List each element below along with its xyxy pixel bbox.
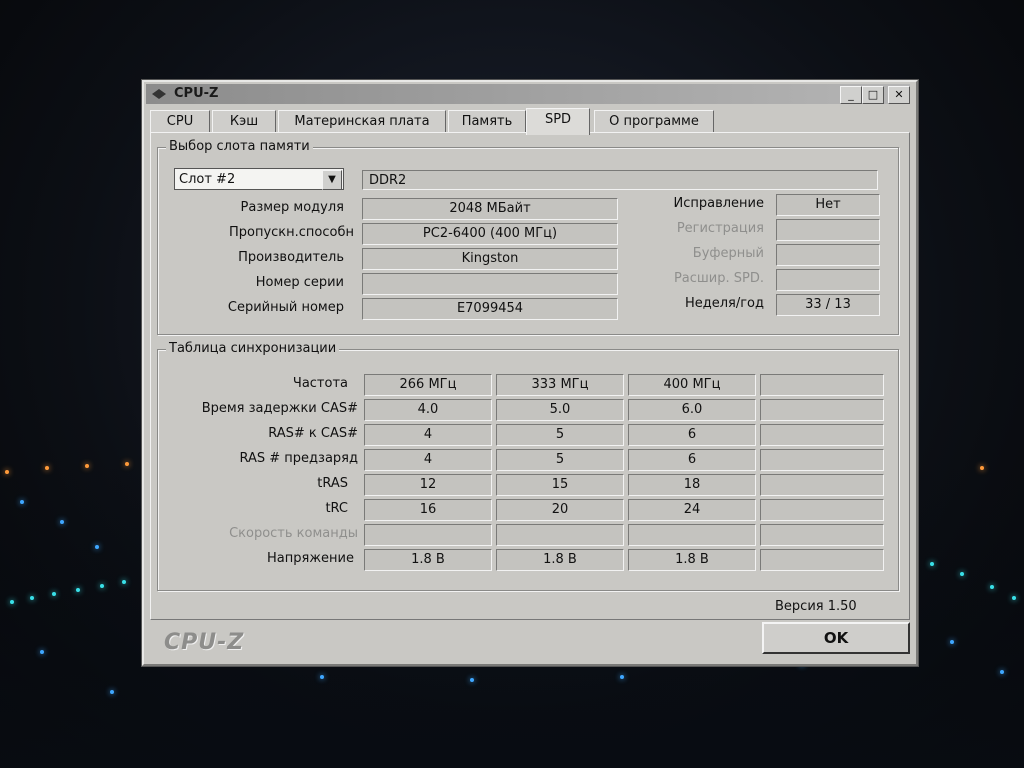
maximize-button[interactable]: □ — [862, 86, 884, 104]
timing-cell — [760, 499, 884, 521]
timing-cell: 400 МГц — [628, 374, 756, 396]
spd-ext-value — [776, 269, 880, 291]
timing-row-label: Время задержки CAS# — [201, 401, 358, 416]
timing-cell — [760, 474, 884, 496]
chevron-down-icon[interactable]: ▼ — [322, 170, 342, 190]
tab-cpu[interactable]: CPU — [150, 110, 210, 133]
timing-cell: 266 МГц — [364, 374, 492, 396]
timing-cell: 1.8 В — [628, 549, 756, 571]
registered-value — [776, 219, 880, 241]
cpuz-logo: CPU-Z — [164, 630, 245, 655]
timing-cell — [496, 524, 624, 546]
timing-cell — [628, 524, 756, 546]
timings-group: Таблица синхронизации Частота 266 МГц 33… — [157, 341, 899, 591]
timing-cell: 1.8 В — [364, 549, 492, 571]
timing-cell: 6 — [628, 424, 756, 446]
tab-mainboard[interactable]: Материнская плата — [278, 110, 446, 133]
timing-cell — [760, 549, 884, 571]
timing-cell: 1.8 В — [496, 549, 624, 571]
timing-cell — [364, 524, 492, 546]
spd-ext-label: Расшир. SPD. — [673, 271, 764, 286]
cpuz-window: CPU-Z _ □ ✕ CPU Кэш Материнская плата Па… — [142, 80, 918, 666]
version-label: Версия 1.50 — [775, 599, 857, 614]
timing-row-label: Скорость команды — [229, 526, 358, 541]
timing-cell: 4.0 — [364, 399, 492, 421]
timing-cell: 15 — [496, 474, 624, 496]
bandwidth-value: PC2-6400 (400 МГц) — [362, 223, 618, 245]
tab-cache[interactable]: Кэш — [212, 110, 276, 133]
module-size-value: 2048 МБайт — [362, 198, 618, 220]
manufacturer-value: Kingston — [362, 248, 618, 270]
timing-cell: 5 — [496, 424, 624, 446]
timing-cell — [760, 374, 884, 396]
correction-value: Нет — [776, 194, 880, 216]
week-year-label: Неделя/год — [684, 296, 764, 311]
timing-cell: 18 — [628, 474, 756, 496]
timings-legend: Таблица синхронизации — [166, 341, 340, 356]
timing-cell: 6.0 — [628, 399, 756, 421]
slot-selection-legend: Выбор слота памяти — [166, 139, 313, 154]
tab-memory[interactable]: Память — [448, 110, 526, 133]
buffered-value — [776, 244, 880, 266]
slot-selection-group: Выбор слота памяти Слот #2 ▼ DDR2 Размер… — [157, 139, 899, 335]
correction-label: Исправление — [673, 196, 764, 211]
serial-number-value: E7099454 — [362, 298, 618, 320]
timing-cell: 12 — [364, 474, 492, 496]
tab-about[interactable]: О программе — [594, 110, 714, 133]
memory-type-field: DDR2 — [362, 170, 878, 190]
timing-cell — [760, 424, 884, 446]
buffered-label: Буферный — [692, 246, 764, 261]
timing-row-label: Напряжение — [267, 551, 354, 566]
window-title: CPU-Z — [174, 86, 219, 101]
part-number-label: Номер серии — [255, 275, 344, 290]
week-year-value: 33 / 13 — [776, 294, 880, 316]
slot-select-value: Слот #2 — [179, 172, 236, 187]
timing-row-label: tRAS — [317, 476, 348, 491]
timing-cell: 6 — [628, 449, 756, 471]
cpuz-app-icon — [152, 89, 166, 99]
tab-spd[interactable]: SPD — [526, 108, 590, 135]
bandwidth-label: Пропускн.способн — [228, 225, 354, 240]
manufacturer-label: Производитель — [238, 250, 344, 265]
timing-cell: 20 — [496, 499, 624, 521]
title-bar[interactable]: CPU-Z _ □ ✕ — [146, 84, 910, 104]
timing-cell: 24 — [628, 499, 756, 521]
timing-cell: 4 — [364, 424, 492, 446]
timing-cell: 16 — [364, 499, 492, 521]
timing-cell: 333 МГц — [496, 374, 624, 396]
spd-panel: Выбор слота памяти Слот #2 ▼ DDR2 Размер… — [150, 132, 910, 620]
timing-row-label: RAS# к CAS# — [268, 426, 358, 441]
timing-cell — [760, 399, 884, 421]
close-button[interactable]: ✕ — [888, 86, 910, 104]
timing-row-label: tRC — [325, 501, 348, 516]
timing-row-label: RAS # предзаряд — [239, 451, 359, 466]
ok-button[interactable]: OK — [762, 622, 910, 654]
timing-cell — [760, 449, 884, 471]
serial-number-label: Серийный номер — [227, 300, 344, 315]
timing-cell — [760, 524, 884, 546]
timing-cell: 4 — [364, 449, 492, 471]
part-number-value — [362, 273, 618, 295]
slot-select[interactable]: Слот #2 ▼ — [174, 168, 344, 190]
registered-label: Регистрация — [676, 221, 764, 236]
minimize-button[interactable]: _ — [840, 86, 862, 104]
timing-row-label: Частота — [292, 376, 348, 391]
timing-cell: 5 — [496, 449, 624, 471]
module-size-label: Размер модуля — [240, 200, 344, 215]
timing-cell: 5.0 — [496, 399, 624, 421]
